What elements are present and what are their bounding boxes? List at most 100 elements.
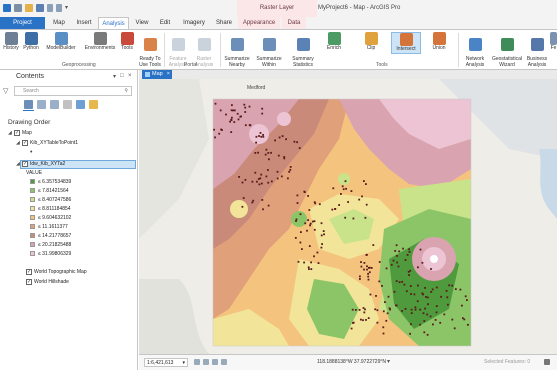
sample-point	[270, 180, 273, 183]
map-view-tab[interactable]: Map ×	[142, 70, 172, 79]
customize-quick-access-icon[interactable]: ▾	[65, 4, 73, 12]
sample-point	[254, 152, 257, 154]
tab-project[interactable]: Project	[0, 17, 45, 29]
sample-point	[299, 241, 302, 244]
sample-point	[440, 295, 442, 298]
layer-point-row[interactable]: ◢ ✓ Kib_XYTableToPoint1	[16, 139, 78, 147]
sample-point	[261, 107, 264, 110]
tab-edit[interactable]: Edit	[155, 17, 175, 29]
sample-point	[260, 135, 263, 138]
sample-point	[259, 177, 262, 180]
map-node[interactable]: ◢ ✓ Map	[8, 129, 32, 137]
sample-point	[351, 308, 354, 311]
chevron-down-icon[interactable]: ▾	[182, 359, 185, 367]
pause-drawing-icon[interactable]	[544, 359, 550, 365]
sample-point	[394, 250, 397, 252]
basemap-hillshade-row[interactable]: ✓ World Hillshade	[26, 278, 69, 286]
list-by-selection-icon[interactable]	[50, 100, 59, 109]
sample-point	[404, 308, 407, 310]
sample-point	[462, 317, 464, 320]
list-by-drawing-order-icon[interactable]	[24, 100, 33, 109]
summarize-within-button[interactable]: Summarize Within	[254, 32, 284, 68]
undo-icon[interactable]	[47, 4, 53, 12]
legend-swatch	[30, 233, 35, 239]
filter-icon[interactable]: ▽	[3, 87, 8, 95]
map-visibility-checkbox[interactable]: ✓	[14, 129, 20, 136]
modelbuilder-button[interactable]: ModelBuilder	[43, 32, 79, 52]
sample-point	[261, 112, 264, 115]
sample-point	[293, 140, 296, 143]
tab-appearance[interactable]: Appearance	[238, 17, 280, 29]
basemap-topo-row[interactable]: ✓ World Topographic Map	[26, 268, 87, 276]
intersect-button[interactable]: Intersect	[391, 32, 421, 54]
snapping-icon[interactable]	[212, 359, 218, 365]
chevron-down-icon[interactable]: ▾	[387, 358, 390, 365]
sample-point	[303, 191, 306, 193]
python-button[interactable]: Python	[21, 32, 41, 52]
search-icon[interactable]: ⚲	[124, 87, 128, 95]
sample-point	[352, 322, 354, 324]
clip-button[interactable]: Clip	[360, 32, 382, 52]
tools-button[interactable]: Tools	[118, 32, 136, 52]
sample-point	[260, 173, 263, 176]
tab-map[interactable]: Map	[48, 17, 70, 29]
list-by-snapping-icon[interactable]	[76, 100, 85, 109]
list-by-editing-icon[interactable]	[63, 100, 72, 109]
sample-point	[365, 254, 368, 256]
summarize-nearby-button[interactable]: Summarize Nearby	[222, 32, 252, 68]
summary-statistics-label: Summary Statistics	[292, 56, 314, 68]
union-icon	[432, 32, 446, 45]
sample-point	[236, 112, 239, 115]
layer-idw-checkbox[interactable]: ✓	[22, 160, 28, 167]
sample-point	[381, 285, 383, 287]
map-view[interactable]: Medford	[139, 79, 557, 354]
new-project-icon[interactable]	[14, 4, 22, 12]
save-icon[interactable]	[36, 4, 44, 12]
environments-button[interactable]: Environments	[82, 32, 118, 52]
map-canvas[interactable]: Medford	[139, 79, 557, 354]
tab-view[interactable]: View	[132, 17, 152, 29]
refresh-icon[interactable]	[221, 359, 227, 365]
ready-to-use-tools-button[interactable]: Ready To Use Tools	[137, 32, 163, 68]
close-map-tab-icon[interactable]: ×	[167, 70, 170, 79]
fixed-scale-icon[interactable]	[194, 359, 200, 365]
pane-options-icon[interactable]: ▾	[113, 73, 116, 80]
sample-point	[407, 270, 410, 273]
sample-point	[299, 213, 302, 216]
list-by-labeling-icon[interactable]	[89, 100, 98, 109]
summary-statistics-button[interactable]: Summary Statistics	[288, 32, 318, 68]
scale-selector[interactable]: 1:6,421,613 ▾	[144, 358, 188, 367]
geostatistical-wizard-button[interactable]: Geostatistical Wizard	[490, 32, 524, 68]
sample-point	[252, 199, 255, 202]
contents-search-input[interactable]: Search ⚲	[14, 86, 132, 96]
enrich-button[interactable]: Enrich	[323, 32, 345, 52]
sample-point	[237, 118, 240, 121]
union-button[interactable]: Union	[428, 32, 450, 52]
feature-button[interactable]: Fe	[550, 32, 557, 52]
sample-point	[225, 113, 227, 116]
network-analysis-button[interactable]: Network Analysis	[462, 32, 488, 68]
tab-imagery[interactable]: Imagery	[179, 17, 209, 29]
legend-item: ≤ 8.407247586	[30, 196, 71, 204]
grid-icon[interactable]	[203, 359, 209, 365]
redo-icon[interactable]	[56, 4, 62, 12]
history-button[interactable]: History	[2, 32, 20, 52]
tab-data[interactable]: Data	[282, 17, 306, 29]
tab-share[interactable]: Share	[212, 17, 236, 29]
business-analysis-button[interactable]: Business Analysis	[524, 32, 550, 68]
sample-point	[426, 333, 429, 336]
sample-point	[248, 105, 251, 108]
sample-point	[242, 197, 245, 199]
sample-point	[213, 128, 215, 131]
basemap-hillshade-checkbox[interactable]: ✓	[26, 278, 32, 285]
open-project-icon[interactable]	[25, 4, 33, 12]
sample-point	[419, 248, 422, 251]
list-by-data-source-icon[interactable]	[37, 100, 46, 109]
layer-idw-row[interactable]: ◢ ✓ Idw_Kib_XYTa2	[16, 160, 65, 168]
close-pane-icon[interactable]: ×	[128, 73, 132, 79]
sample-point	[365, 183, 367, 185]
pin-icon[interactable]: □	[120, 73, 124, 79]
tab-insert[interactable]: Insert	[72, 17, 96, 29]
layer-point-checkbox[interactable]: ✓	[22, 139, 28, 146]
basemap-topo-checkbox[interactable]: ✓	[26, 268, 32, 275]
